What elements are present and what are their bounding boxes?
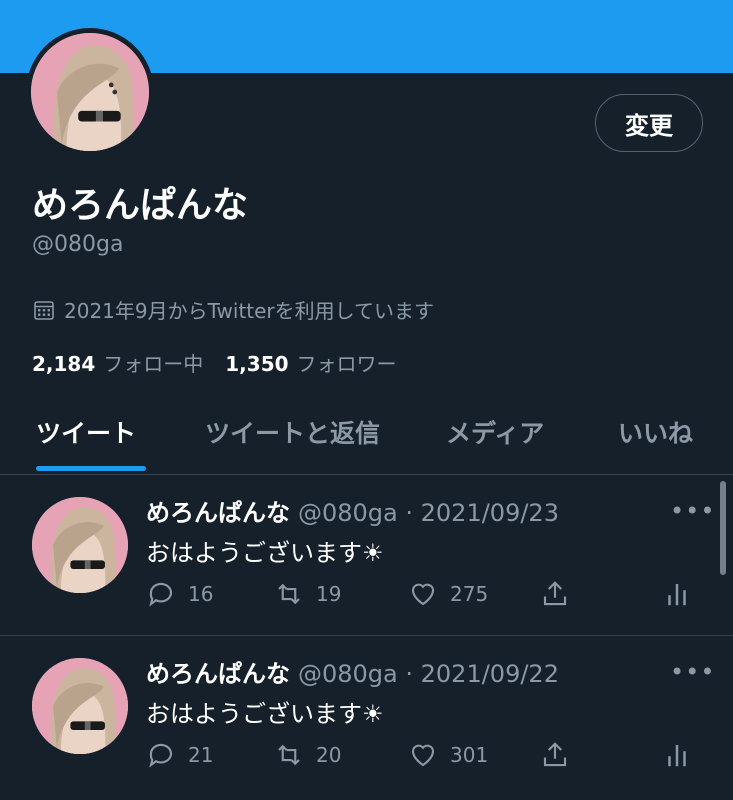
- profile-handle: @080ga: [32, 232, 124, 257]
- tweet[interactable]: めろんぱんな @080ga · 2021/09/23 ••• おはようございます☀…: [0, 475, 733, 636]
- analytics-icon: [668, 745, 686, 767]
- tweet-header: めろんぱんな @080ga · 2021/09/23: [146, 493, 559, 528]
- profile-tabs: ツイート ツイートと返信 メディア いいね: [0, 400, 733, 475]
- follow-stats: 2,184 フォロー中 1,350 フォロワー: [32, 348, 397, 377]
- edit-profile-button[interactable]: 変更: [595, 94, 703, 152]
- more-icon[interactable]: •••: [670, 497, 715, 525]
- tweet-author-name[interactable]: めろんぱんな: [146, 499, 290, 527]
- retweet-button[interactable]: 20: [274, 740, 341, 770]
- following-label: フォロー中: [103, 352, 204, 376]
- avatar-image: [31, 33, 149, 151]
- retweet-icon: [278, 583, 300, 605]
- share-button[interactable]: [540, 740, 570, 770]
- tab-tweets-replies[interactable]: ツイートと返信: [205, 414, 380, 450]
- tab-likes[interactable]: いいね: [618, 414, 693, 450]
- tab-tweets[interactable]: ツイート: [36, 414, 136, 450]
- reply-icon: [149, 582, 173, 607]
- followers-count: 1,350: [225, 352, 289, 376]
- followers-link[interactable]: 1,350 フォロワー: [225, 348, 396, 377]
- like-count: 275: [450, 582, 489, 606]
- tweet-avatar[interactable]: [32, 497, 128, 593]
- heart-icon: [411, 744, 435, 767]
- tweet-actions: 21 20 301: [146, 740, 696, 776]
- tweet[interactable]: めろんぱんな @080ga · 2021/09/22 ••• おはようございます☀…: [0, 636, 733, 796]
- reply-button[interactable]: 21: [146, 740, 213, 770]
- joined-date: 2021年9月からTwitterを利用しています: [32, 295, 434, 324]
- retweet-count: 20: [316, 743, 342, 767]
- tweet-header: めろんぱんな @080ga · 2021/09/22: [146, 654, 559, 689]
- reply-button[interactable]: 16: [146, 579, 213, 609]
- share-button[interactable]: [540, 579, 570, 609]
- tweet-actions: 16 19 275: [146, 579, 696, 615]
- heart-icon: [411, 583, 435, 606]
- tweet-text: おはようございます☀: [146, 700, 384, 728]
- calendar-icon: [34, 300, 54, 320]
- joined-text: 2021年9月からTwitterを利用しています: [64, 299, 435, 323]
- like-button[interactable]: 301: [408, 740, 488, 770]
- retweet-count: 19: [316, 582, 342, 606]
- followers-label: フォロワー: [296, 352, 397, 376]
- analytics-icon: [668, 584, 686, 606]
- reply-count: 21: [188, 743, 214, 767]
- reply-count: 16: [188, 582, 214, 606]
- tab-media[interactable]: メディア: [446, 414, 544, 450]
- tweet-author-name[interactable]: めろんぱんな: [146, 660, 290, 688]
- active-tab-indicator: [36, 466, 146, 471]
- analytics-button[interactable]: [662, 579, 692, 609]
- tweet-avatar[interactable]: [32, 658, 128, 754]
- more-icon[interactable]: •••: [670, 658, 715, 686]
- tweet-text: おはようございます☀: [146, 539, 384, 567]
- analytics-button[interactable]: [662, 740, 692, 770]
- profile-name: めろんぱんな: [32, 185, 249, 226]
- tweet-meta: @080ga · 2021/09/22: [298, 660, 559, 688]
- like-count: 301: [450, 743, 489, 767]
- tweet-meta: @080ga · 2021/09/23: [298, 499, 559, 527]
- reply-icon: [149, 743, 173, 768]
- like-button[interactable]: 275: [408, 579, 488, 609]
- retweet-icon: [278, 744, 300, 766]
- following-count: 2,184: [32, 352, 96, 376]
- profile-avatar[interactable]: [26, 28, 154, 156]
- retweet-button[interactable]: 19: [274, 579, 341, 609]
- following-link[interactable]: 2,184 フォロー中: [32, 348, 203, 377]
- share-icon: [543, 581, 567, 606]
- share-icon: [543, 742, 567, 767]
